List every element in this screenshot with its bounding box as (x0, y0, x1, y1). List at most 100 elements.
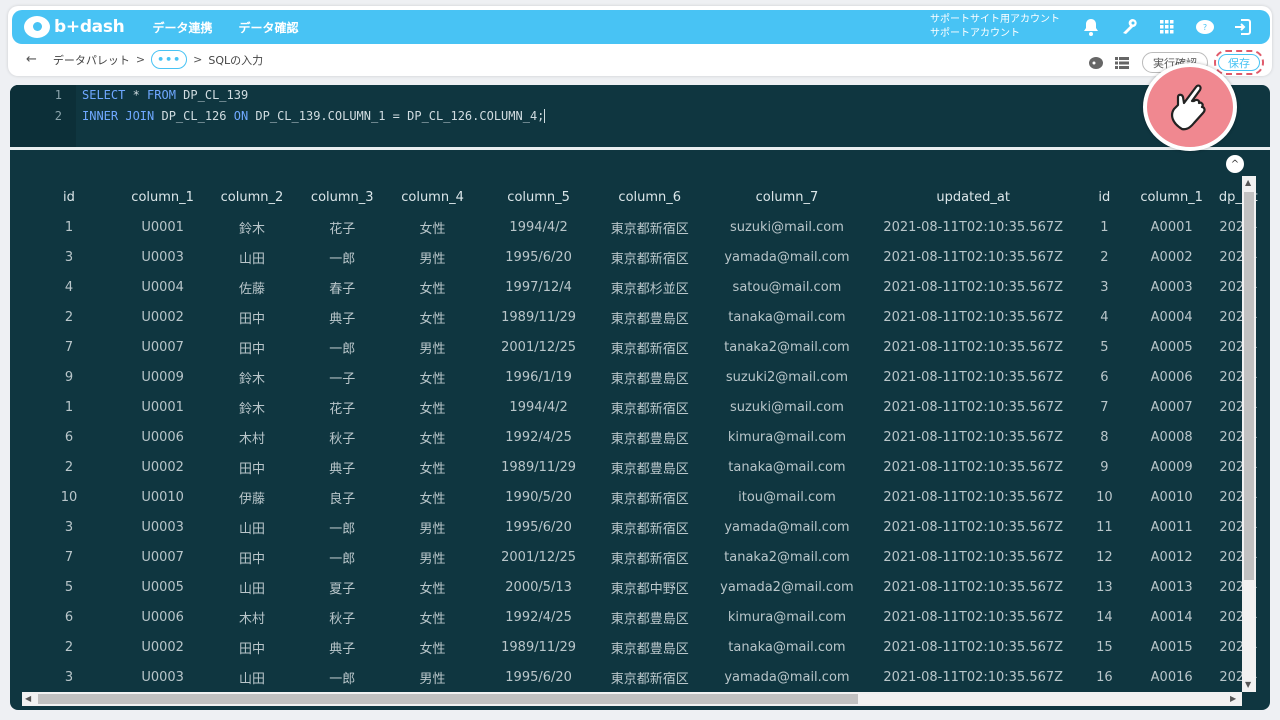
table-cell: 2021- (1219, 429, 1258, 445)
table-cell: 女性 (419, 581, 446, 597)
table-row: 10 U0010 伊藤 良子 女性 1990/5/20 東京都新宿区 itou@mail.co… (20, 482, 1270, 512)
table-cell: yamada2@mail.com (720, 579, 854, 595)
nav-data-integration[interactable]: データ連携 (152, 19, 212, 36)
column-header[interactable]: column_3 (297, 182, 388, 212)
wrench-icon[interactable] (1116, 14, 1142, 40)
column-header[interactable]: column_7 (699, 182, 874, 212)
table-cell: 鈴木 (238, 401, 265, 417)
table-cell: 女性 (419, 641, 446, 657)
table-cell: 女性 (419, 221, 446, 237)
grid-icon[interactable] (1154, 14, 1180, 40)
logo[interactable]: b+dash (24, 16, 125, 38)
table-cell: 男性 (419, 551, 446, 567)
table-cell: 11 (1096, 519, 1113, 535)
table-cell: 1990/5/20 (505, 489, 572, 505)
table-cell: 東京都新宿区 (610, 521, 689, 537)
account-user: サポートアカウント (930, 28, 1020, 39)
nav-data-check[interactable]: データ確認 (239, 19, 299, 36)
table-cell: U0009 (141, 369, 184, 385)
table-cell: 夏子 (329, 581, 356, 597)
table-cell: yamada@mail.com (724, 519, 850, 535)
account-info[interactable]: サポートサイト用アカウント サポートアカウント (930, 13, 1060, 41)
breadcrumb-more-button[interactable]: ••• (151, 50, 188, 69)
table-cell: 2021- (1219, 639, 1258, 655)
table-cell: 花子 (329, 401, 356, 417)
table-cell: 秋子 (329, 431, 356, 447)
vertical-scrollbar[interactable]: ▲ ▼ (1242, 176, 1256, 692)
bell-icon[interactable] (1078, 14, 1104, 40)
table-cell: 2021- (1219, 369, 1258, 385)
table-cell: 一郎 (329, 521, 356, 537)
table-cell: 1 (64, 219, 74, 235)
table-row: 5 U0005 山田 夏子 女性 2000/5/13 東京都中野区 yamada2@mail.… (20, 572, 1270, 602)
support-icon[interactable]: ? (1192, 14, 1218, 40)
sql-keyword: ON (233, 108, 249, 123)
column-header[interactable]: column_2 (207, 182, 296, 212)
breadcrumb-data-palette[interactable]: データパレット (53, 52, 130, 68)
table-cell: 5 (64, 579, 74, 595)
column-header[interactable]: column_6 (600, 182, 699, 212)
collapse-up-icon[interactable]: ^ (1226, 155, 1244, 173)
table-cell: 2021-08-11T02:10:35.567Z (883, 249, 1064, 265)
table-cell: U0006 (141, 609, 184, 625)
column-header[interactable]: column_5 (477, 182, 600, 212)
save-button[interactable]: 保存 (1218, 54, 1260, 71)
table-cell: 2021- (1219, 549, 1258, 565)
scroll-right-arrow-icon[interactable]: ▶ (1230, 694, 1236, 703)
table-cell: 9 (1100, 459, 1109, 475)
table-cell: 一郎 (329, 251, 356, 267)
table-row: 1 U0001 鈴木 花子 女性 1994/4/2 東京都新宿区 suzuki@mail.co… (20, 392, 1270, 422)
vertical-scroll-thumb[interactable] (1244, 192, 1254, 580)
table-cell: 2021- (1219, 609, 1258, 625)
table-row: 6 U0006 木村 秋子 女性 1992/4/25 東京都豊島区 kimura@mail.c… (20, 422, 1270, 452)
table-row: 9 U0009 鈴木 一子 女性 1996/1/19 東京都豊島区 suzuki2@mail.… (20, 362, 1270, 392)
horizontal-scrollbar[interactable]: ◀ ▶ (22, 692, 1242, 706)
table-cell: 女性 (419, 491, 446, 507)
column-header[interactable]: updated_at (874, 182, 1072, 212)
help-cloud-icon[interactable] (1088, 55, 1104, 71)
table-cell: 一郎 (329, 671, 356, 687)
table-cell: 1989/11/29 (501, 639, 577, 655)
column-header[interactable]: column_1 (118, 182, 207, 212)
table-cell: 2021- (1219, 279, 1258, 295)
breadcrumb-current: SQLの入力 (208, 53, 264, 67)
table-list-icon[interactable] (1114, 55, 1130, 71)
table-cell: 2021-08-11T02:10:35.567Z (883, 219, 1064, 235)
table-cell: 4 (1100, 309, 1109, 325)
table-cell: 3 (64, 249, 74, 265)
table-row: 2 U0002 田中 典子 女性 1989/11/29 東京都豊島区 tanaka@mail.… (20, 302, 1270, 332)
table-cell: 9 (64, 369, 74, 385)
table-cell: kimura@mail.com (727, 609, 846, 625)
scroll-down-arrow-icon[interactable]: ▼ (1245, 680, 1251, 689)
column-header[interactable]: dp_clt (1207, 182, 1270, 212)
table-cell: 4 (64, 279, 74, 295)
column-header[interactable]: column_4 (388, 182, 477, 212)
table-cell: 1 (1100, 219, 1109, 235)
scroll-up-arrow-icon[interactable]: ▲ (1245, 178, 1251, 187)
column-header[interactable]: column_1 (1137, 182, 1207, 212)
table-cell: 山田 (238, 671, 265, 687)
sql-editor[interactable]: 1 SELECT * FROM DP_CL_139 2 INNER JOIN D… (10, 85, 1270, 147)
horizontal-scroll-thumb[interactable] (38, 694, 858, 704)
logout-icon[interactable] (1230, 14, 1256, 40)
table-cell: tanaka@mail.com (728, 459, 846, 475)
table-cell: 2021-08-11T02:10:35.567Z (883, 309, 1064, 325)
table-cell: 2 (64, 309, 74, 325)
table-cell: A0010 (1150, 489, 1193, 505)
table-cell: A0007 (1150, 399, 1193, 415)
table-cell: U0001 (141, 219, 184, 235)
table-cell: 伊藤 (238, 491, 265, 507)
table-cell: 秋子 (329, 611, 356, 627)
code-line: 2 INNER JOIN DP_CL_126 ON DP_CL_139.COLU… (10, 106, 546, 126)
table-cell: suzuki@mail.com (729, 219, 844, 235)
table-cell: 典子 (329, 311, 356, 327)
column-header[interactable]: id (1072, 182, 1137, 212)
table-cell: A0016 (1150, 669, 1193, 685)
back-arrow-icon[interactable]: ← (26, 52, 37, 67)
scroll-left-arrow-icon[interactable]: ◀ (25, 694, 31, 703)
table-cell: 1992/4/25 (505, 609, 572, 625)
column-header[interactable]: id (20, 182, 118, 212)
table-cell: 鈴木 (238, 221, 265, 237)
table-cell: 14 (1096, 609, 1113, 625)
table-cell: A0005 (1150, 339, 1193, 355)
